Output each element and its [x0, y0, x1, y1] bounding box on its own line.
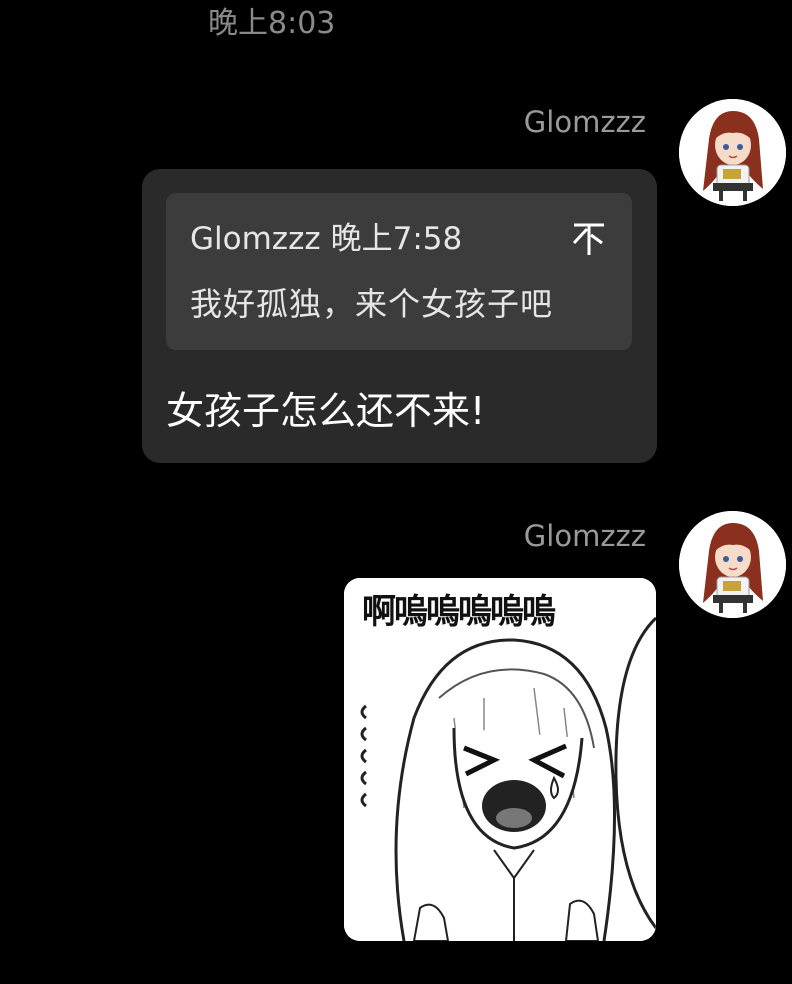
message-text: 女孩子怎么还不来! [166, 389, 486, 433]
anime-avatar-icon [679, 99, 786, 206]
quoted-sender: Glomzzz [190, 221, 321, 257]
sticker-message[interactable]: 啊嗚嗚嗚嗚嗚 [344, 578, 656, 941]
chat-timestamp: 晚上8:03 [208, 6, 336, 41]
reply-quote[interactable]: Glomzzz 晚上7:58 我好孤独，来个女孩子吧 [166, 193, 632, 350]
quote-header: Glomzzz 晚上7:58 [190, 218, 462, 260]
quoted-text: 我好孤独，来个女孩子吧 [190, 285, 554, 323]
message-sender-name: Glomzzz [523, 105, 646, 139]
pin-to-top-icon[interactable] [572, 221, 606, 257]
message-sender-name: Glomzzz [523, 519, 646, 553]
crying-anime-girl-sticker [344, 578, 656, 941]
anime-avatar-icon [679, 511, 786, 618]
sticker-caption: 啊嗚嗚嗚嗚嗚 [362, 592, 556, 632]
sender-avatar[interactable] [679, 511, 786, 618]
quoted-time: 晚上7:58 [330, 221, 463, 257]
sender-avatar[interactable] [679, 99, 786, 206]
message-bubble[interactable]: Glomzzz 晚上7:58 我好孤独，来个女孩子吧 女孩子怎么还不来! [142, 169, 657, 463]
